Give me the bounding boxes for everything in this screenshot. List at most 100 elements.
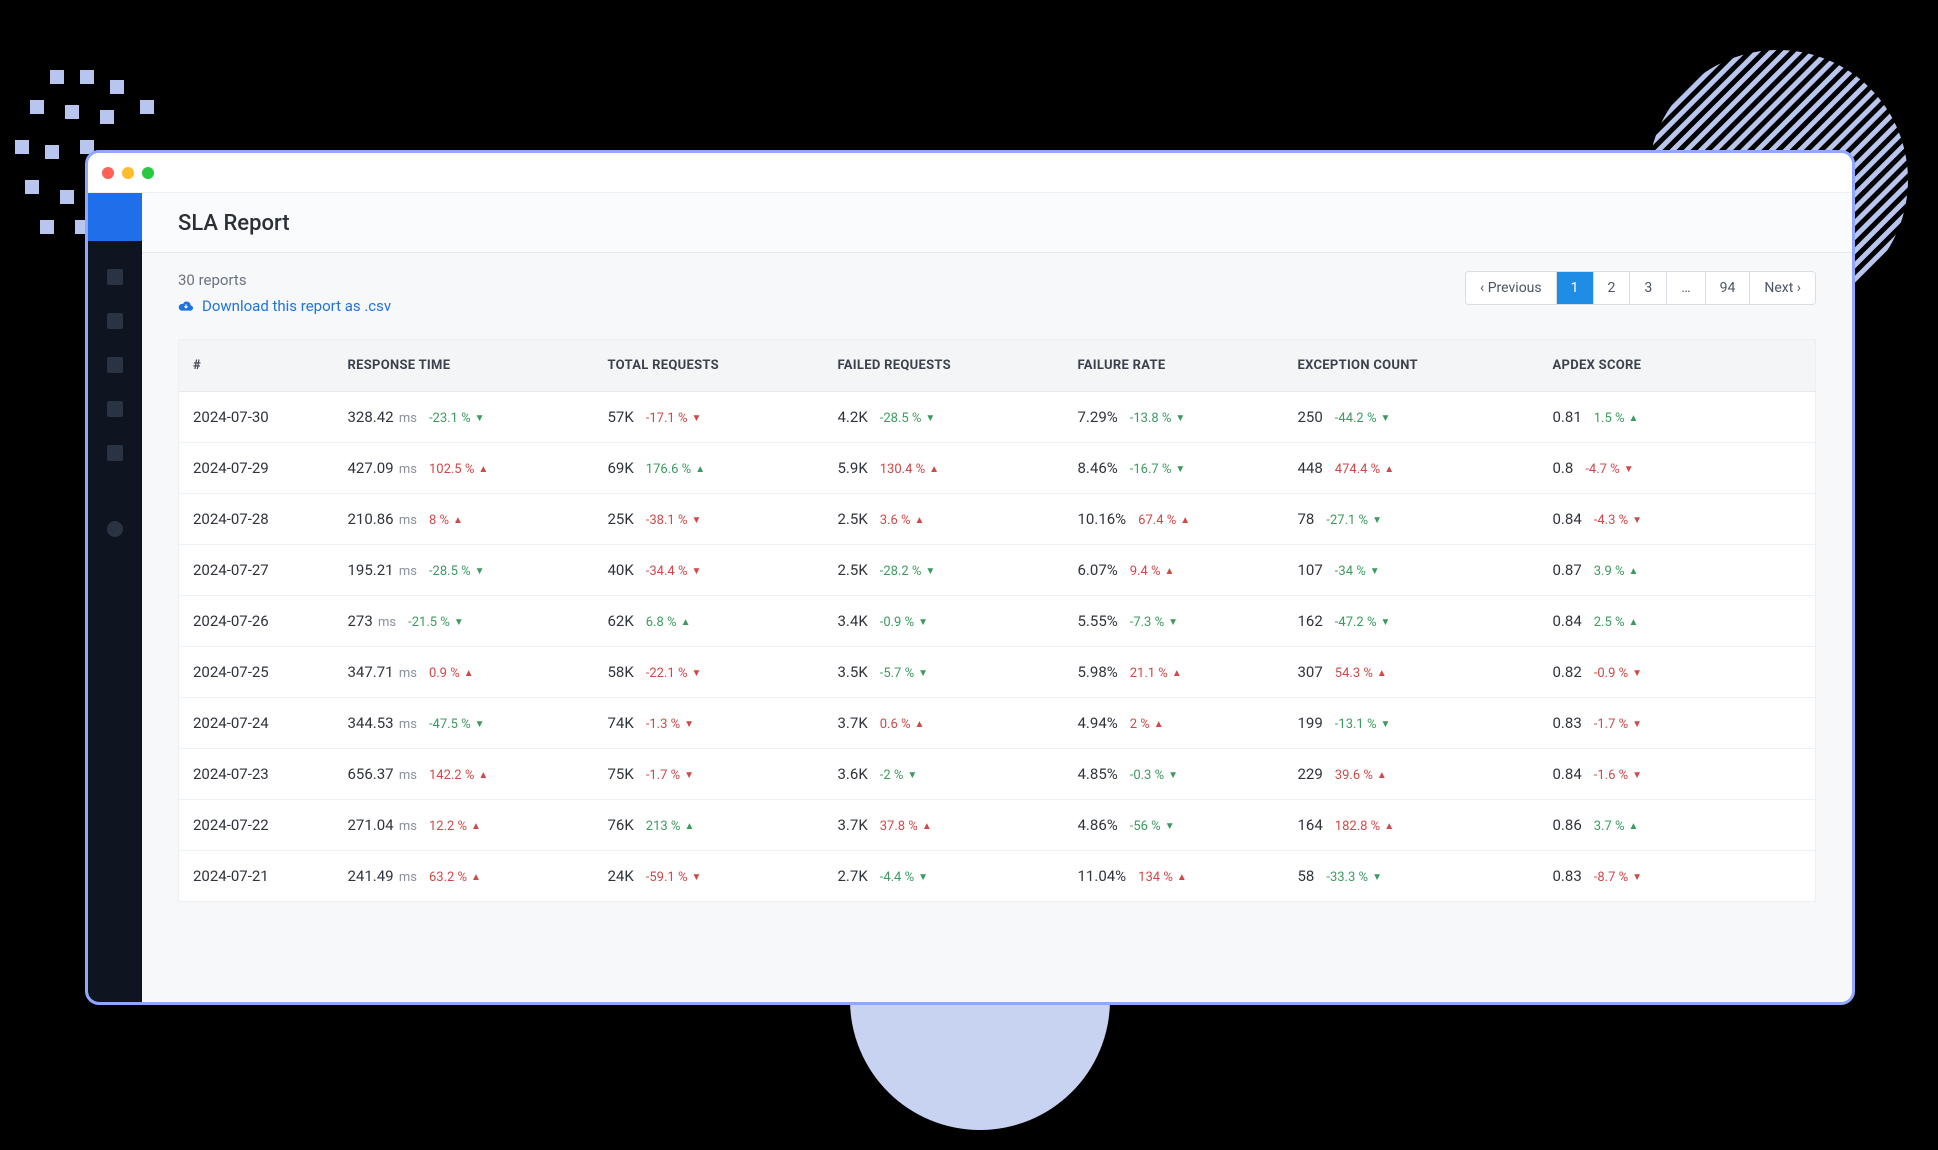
- pagination-page-94[interactable]: 94: [1706, 272, 1751, 304]
- caret-down-icon: [1168, 771, 1178, 781]
- metric-delta: 0.6 %: [880, 717, 925, 732]
- row-date: 2024-07-26: [179, 596, 334, 647]
- metric-unit: ms: [396, 666, 417, 681]
- page-header: SLA Report: [142, 193, 1852, 253]
- caret-down-icon: [691, 414, 701, 424]
- table-row[interactable]: 2024-07-30328.42 ms-23.1 %57K-17.1 %4.2K…: [179, 392, 1816, 443]
- caret-down-icon: [1632, 516, 1642, 526]
- metric-value: 0.84: [1553, 510, 1582, 528]
- metric-delta: -7.3 %: [1130, 615, 1178, 630]
- caret-up-icon: [478, 771, 488, 781]
- metric-delta: -44.2 %: [1335, 411, 1391, 426]
- caret-up-icon: [1154, 720, 1164, 730]
- column-header[interactable]: #: [179, 340, 334, 392]
- table-row[interactable]: 2024-07-24344.53 ms-47.5 %74K-1.3 %3.7K0…: [179, 698, 1816, 749]
- caret-down-icon: [1380, 414, 1390, 424]
- table-row[interactable]: 2024-07-29427.09 ms102.5 %69K176.6 %5.9K…: [179, 443, 1816, 494]
- metric-value: 273: [348, 612, 373, 630]
- table-row[interactable]: 2024-07-26273 ms-21.5 %62K6.8 %3.4K-0.9 …: [179, 596, 1816, 647]
- metric-delta: -8.7 %: [1594, 870, 1642, 885]
- sidebar: [88, 193, 142, 1002]
- metric-value: 69K: [608, 459, 634, 477]
- table-row[interactable]: 2024-07-28210.86 ms8 %25K-38.1 %2.5K3.6 …: [179, 494, 1816, 545]
- pagination-page-1[interactable]: 1: [1557, 272, 1594, 304]
- caret-down-icon: [1165, 822, 1175, 832]
- metric-unit: ms: [396, 411, 417, 426]
- column-header[interactable]: FAILED REQUESTS: [824, 340, 1064, 392]
- metric-value: 75K: [608, 765, 634, 783]
- table-row[interactable]: 2024-07-22271.04 ms12.2 %76K213 %3.7K37.…: [179, 800, 1816, 851]
- caret-up-icon: [1165, 567, 1175, 577]
- caret-down-icon: [475, 414, 485, 424]
- metric-value: 2.7K: [838, 867, 868, 885]
- window-zoom-icon[interactable]: [142, 167, 154, 179]
- row-date: 2024-07-21: [179, 851, 334, 902]
- metric-value: 4.2K: [838, 408, 868, 426]
- caret-down-icon: [1632, 720, 1642, 730]
- pagination-page-3[interactable]: 3: [1630, 272, 1667, 304]
- window-close-icon[interactable]: [102, 167, 114, 179]
- column-header[interactable]: FAILURE RATE: [1064, 340, 1284, 392]
- metric-value: 0.84: [1553, 612, 1582, 630]
- caret-up-icon: [684, 822, 694, 832]
- sidebar-item-5[interactable]: [107, 445, 123, 461]
- sidebar-item-1[interactable]: [107, 269, 123, 285]
- sidebar-item-6[interactable]: [107, 521, 123, 537]
- metric-delta: -4.3 %: [1594, 513, 1642, 528]
- download-csv-label: Download this report as .csv: [202, 297, 391, 315]
- metric-value: 3.7K: [838, 816, 868, 834]
- metric-unit: ms: [375, 615, 396, 630]
- table-row[interactable]: 2024-07-25347.71 ms0.9 %58K-22.1 %3.5K-5…: [179, 647, 1816, 698]
- cloud-download-icon: [178, 300, 194, 312]
- column-header[interactable]: TOTAL REQUESTS: [594, 340, 824, 392]
- row-date: 2024-07-24: [179, 698, 334, 749]
- caret-up-icon: [1180, 516, 1190, 526]
- caret-down-icon: [691, 516, 701, 526]
- metric-delta: -0.3 %: [1130, 768, 1178, 783]
- reports-count: 30 reports: [178, 271, 391, 289]
- sidebar-item-3[interactable]: [107, 357, 123, 373]
- row-date: 2024-07-27: [179, 545, 334, 596]
- metric-delta: 102.5 %: [429, 462, 488, 477]
- sla-table: #RESPONSE TIMETOTAL REQUESTSFAILED REQUE…: [178, 339, 1816, 902]
- pagination-page-2[interactable]: 2: [1594, 272, 1631, 304]
- caret-down-icon: [1175, 465, 1185, 475]
- table-row[interactable]: 2024-07-27195.21 ms-28.5 %40K-34.4 %2.5K…: [179, 545, 1816, 596]
- row-date: 2024-07-28: [179, 494, 334, 545]
- metric-delta: 182.8 %: [1335, 819, 1394, 834]
- metric-value: 328.42: [348, 408, 394, 426]
- metric-delta: -1.7 %: [646, 768, 694, 783]
- metric-unit: ms: [396, 819, 417, 834]
- download-csv-link[interactable]: Download this report as .csv: [178, 297, 391, 315]
- caret-up-icon: [478, 465, 488, 475]
- caret-down-icon: [1380, 618, 1390, 628]
- column-header[interactable]: RESPONSE TIME: [334, 340, 594, 392]
- table-row[interactable]: 2024-07-21241.49 ms63.2 %24K-59.1 %2.7K-…: [179, 851, 1816, 902]
- metric-delta: 130.4 %: [880, 462, 939, 477]
- column-header[interactable]: EXCEPTION COUNT: [1284, 340, 1539, 392]
- pagination-prev[interactable]: ‹ Previous: [1466, 272, 1557, 304]
- metric-delta: -22.1 %: [646, 666, 702, 681]
- column-header[interactable]: APDEX SCORE: [1539, 340, 1816, 392]
- caret-down-icon: [1624, 465, 1634, 475]
- caret-up-icon: [1629, 822, 1639, 832]
- metric-unit: ms: [396, 717, 417, 732]
- window-minimize-icon[interactable]: [122, 167, 134, 179]
- sidebar-item-2[interactable]: [107, 313, 123, 329]
- metric-value: 3.4K: [838, 612, 868, 630]
- sidebar-item-4[interactable]: [107, 401, 123, 417]
- metric-value: 62K: [608, 612, 634, 630]
- caret-up-icon: [471, 822, 481, 832]
- caret-down-icon: [918, 669, 928, 679]
- metric-value: 3.6K: [838, 765, 868, 783]
- metric-delta: 3.6 %: [880, 513, 925, 528]
- table-row[interactable]: 2024-07-23656.37 ms142.2 %75K-1.7 %3.6K-…: [179, 749, 1816, 800]
- app-logo[interactable]: [88, 193, 142, 241]
- caret-down-icon: [1632, 873, 1642, 883]
- metric-value: 78: [1298, 510, 1315, 528]
- metric-unit: ms: [396, 870, 417, 885]
- pagination-next[interactable]: Next ›: [1750, 272, 1815, 304]
- metric-delta: -4.4 %: [880, 870, 928, 885]
- metric-delta: 8 %: [429, 513, 463, 528]
- metric-delta: -38.1 %: [646, 513, 702, 528]
